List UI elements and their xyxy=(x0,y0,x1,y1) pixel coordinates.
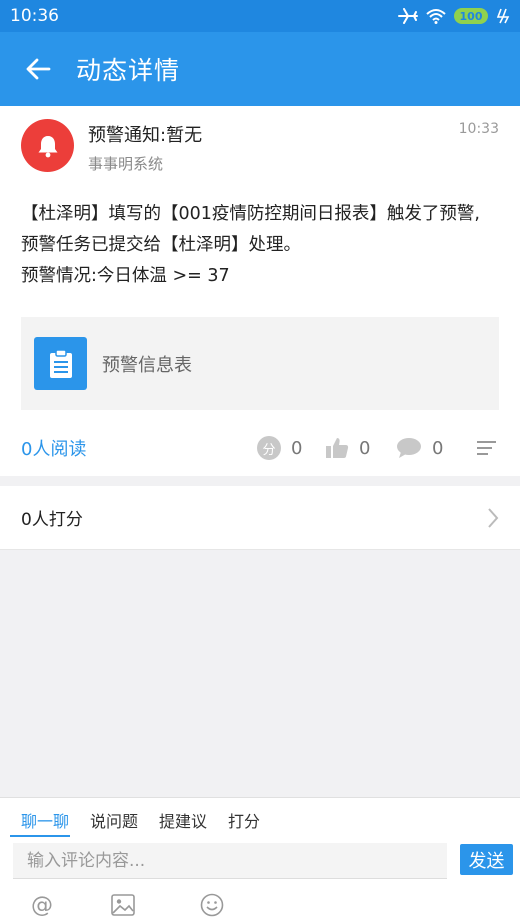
send-button[interactable]: 发送 xyxy=(460,844,513,875)
emoji-button[interactable] xyxy=(199,892,225,918)
comment-input[interactable] xyxy=(13,843,447,879)
active-tab-indicator xyxy=(10,835,70,837)
tab-rating[interactable]: 打分 xyxy=(228,808,260,832)
post-source: 事事明系统 xyxy=(88,155,164,173)
like-stat[interactable]: 0 xyxy=(325,437,370,459)
charging-icon xyxy=(496,8,510,24)
airplane-icon xyxy=(398,8,418,24)
score-value: 0 xyxy=(291,437,303,459)
comment-value: 0 xyxy=(432,437,444,459)
menu-lines-icon xyxy=(477,441,496,455)
status-bar: 10:36 100 xyxy=(0,0,520,32)
battery-icon: 100 xyxy=(454,8,488,24)
page-title: 动态详情 xyxy=(76,56,181,85)
tab-question[interactable]: 说问题 xyxy=(90,808,138,832)
rating-row[interactable]: 0人打分 xyxy=(0,486,520,550)
image-icon xyxy=(111,894,135,916)
post-title: 预警通知:暂无 xyxy=(88,125,203,146)
score-stat[interactable]: 分 0 xyxy=(257,436,302,460)
status-icons: 100 xyxy=(398,8,510,24)
bell-icon xyxy=(38,135,57,157)
clipboard-icon xyxy=(34,337,87,390)
post-body-line: 预警任务已提交给【杜泽明】处理。 xyxy=(21,235,301,255)
post-body: 【杜泽明】填写的【001疫情防控期间日报表】触发了预警, 预警任务已提交给【杜泽… xyxy=(21,199,503,292)
comment-panel: 聊一聊 说问题 提建议 打分 发送 @ xyxy=(0,797,520,924)
wifi-icon xyxy=(426,9,446,24)
attachment-label: 预警信息表 xyxy=(102,354,192,376)
at-mention-button[interactable]: @ xyxy=(29,892,55,918)
post-card: 预警通知:暂无 事事明系统 10:33 【杜泽明】填写的【001疫情防控期间日报… xyxy=(0,106,520,476)
back-arrow-icon xyxy=(26,58,51,80)
more-menu-button[interactable] xyxy=(477,440,497,456)
image-button[interactable] xyxy=(110,892,136,918)
post-body-line: 预警情况:今日体温 >= 37 xyxy=(21,266,230,286)
thumb-up-icon xyxy=(326,438,349,458)
attachment-card[interactable]: 预警信息表 xyxy=(21,317,499,410)
tab-suggestion[interactable]: 提建议 xyxy=(159,808,207,832)
read-count[interactable]: 0人阅读 xyxy=(21,435,86,461)
at-icon: @ xyxy=(31,892,53,918)
post-time: 10:33 xyxy=(458,121,499,137)
chevron-right-icon xyxy=(488,507,499,528)
comment-bubble-icon xyxy=(397,438,421,458)
status-time: 10:36 xyxy=(10,6,59,26)
avatar xyxy=(21,119,74,172)
post-body-line: 【杜泽明】填写的【001疫情防控期间日报表】触发了预警, xyxy=(21,204,480,224)
rating-count: 0人打分 xyxy=(21,510,83,530)
back-button[interactable] xyxy=(0,32,76,106)
comment-stat[interactable]: 0 xyxy=(396,437,443,459)
score-icon: 分 xyxy=(257,436,281,460)
emoji-icon xyxy=(200,893,224,917)
tab-chat[interactable]: 聊一聊 xyxy=(21,808,69,832)
like-value: 0 xyxy=(359,437,371,459)
stats-row: 0人阅读 分 0 0 0 xyxy=(0,428,520,468)
app-bar: 动态详情 xyxy=(0,32,520,106)
